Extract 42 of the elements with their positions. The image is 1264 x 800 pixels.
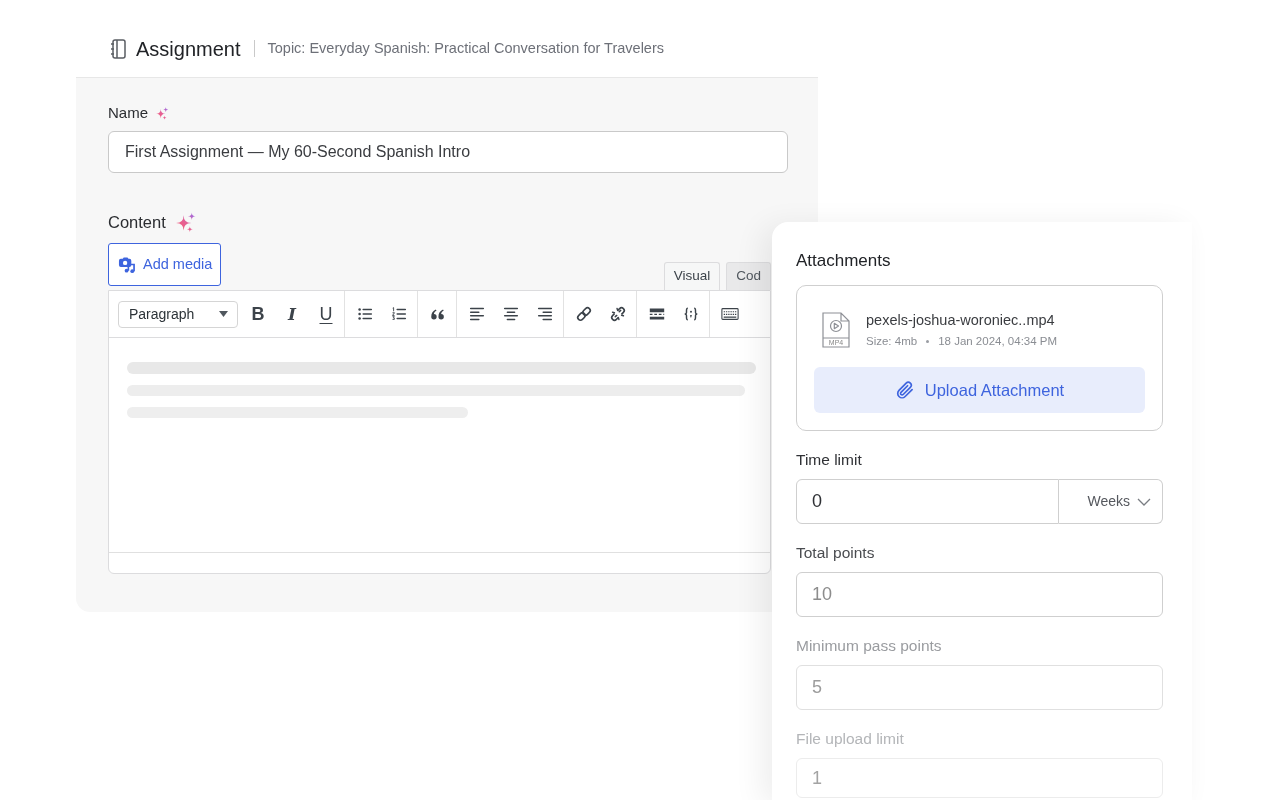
file-size: Size: 4mb [866,334,918,349]
add-media-button[interactable]: Add media [108,243,222,286]
unit-dropdown[interactable]: Weeks [1059,479,1163,524]
page-title: Assignment [136,36,241,62]
link-icon[interactable] [575,305,593,323]
bullet-list-icon[interactable] [356,305,374,323]
number-field[interactable]: 5 [796,665,1163,710]
field-label: Name [108,103,148,123]
code-braces-icon[interactable] [682,305,700,323]
field-label: Content [108,212,166,233]
format-dropdown[interactable]: Paragraph [118,300,238,328]
field-label: Time limit [796,450,863,470]
section-title: Attachments [796,250,892,272]
video-file-icon [822,312,850,348]
field-label: Total points [796,543,876,563]
number-field[interactable]: 10 [796,572,1163,617]
media-icon [118,255,137,274]
file-date: 18 Jan 2024, 04:34 PM [938,334,1058,349]
align-left-icon[interactable] [468,305,486,323]
numbered-list-icon[interactable] [390,305,408,323]
paperclip-icon [894,380,915,400]
time-limit-field[interactable]: 0 [796,479,1059,524]
align-center-icon[interactable] [502,305,520,323]
italic-button[interactable]: I [275,303,309,325]
align-right-icon[interactable] [536,305,554,323]
topic-text: Topic: Everyday Spanish: Practical Conversation for Travelers [267,38,664,58]
field-label: File upload limit [796,729,905,749]
editor-tab[interactable]: Visual [663,262,721,290]
field-label: Minimum pass points [796,636,943,656]
file-name[interactable]: pexels-joshua-woroniec..mp4 [866,311,1058,330]
keyboard-icon[interactable] [721,305,739,323]
caret-icon [219,311,228,317]
sparkle-icon [156,106,169,120]
name-field[interactable]: First Assignment — My 60-Second Spanish Intro [108,131,788,173]
chevron-down-icon [1137,497,1151,506]
dot-separator-icon [926,339,930,343]
upload-attachment-button[interactable]: Upload Attachment [814,367,1145,413]
notebook-icon [110,38,126,59]
editor-tab[interactable]: Cod [726,262,771,290]
underline-button[interactable]: U [309,303,343,325]
bold-button[interactable]: B [241,303,275,325]
unlink-icon[interactable] [609,305,627,323]
